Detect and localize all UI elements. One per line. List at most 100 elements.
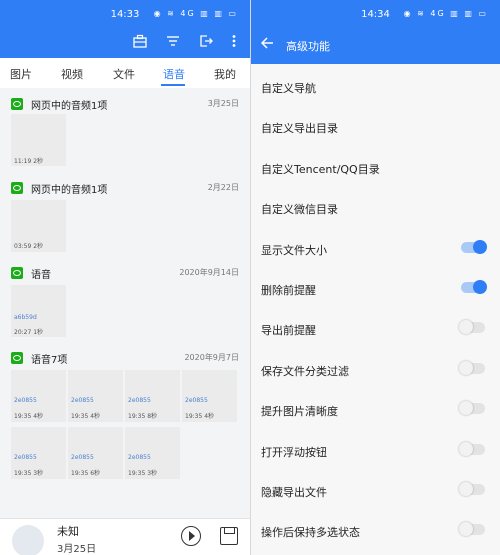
page-title: 高级功能 xyxy=(286,40,330,53)
setting-label: 自定义微信目录 xyxy=(261,203,338,216)
audio-tile[interactable]: 2e0855 19:35 3秒 xyxy=(125,427,180,479)
audio-tile[interactable]: 2e0855 19:35 4秒 xyxy=(182,370,237,422)
left-toolbar xyxy=(0,26,250,58)
audio-name: a6b59d xyxy=(14,314,37,321)
file-group: 语音 2020年9月14日 a6b59d 20:27 1秒 xyxy=(0,265,250,337)
audio-info: 19:35 3秒 xyxy=(14,470,44,477)
audio-info: 19:35 4秒 xyxy=(14,413,44,420)
group-date: 3月25日 xyxy=(207,99,239,108)
setting-label: 删除前提醒 xyxy=(261,284,316,297)
player-title: 未知 xyxy=(57,525,79,538)
status-bar: 14:34 ◉ ≋ 4G ▥ ▥ ▭ xyxy=(251,0,500,26)
audio-name: 2e0855 xyxy=(185,397,208,404)
avatar xyxy=(12,525,44,555)
setting-label: 显示文件大小 xyxy=(261,244,327,257)
tab-mine[interactable]: 我的 xyxy=(214,66,236,82)
group-date: 2月22日 xyxy=(207,183,239,192)
status-icons: ◉ ≋ 4G ▥ ▥ ▭ xyxy=(153,9,238,18)
audio-name: 2e0855 xyxy=(14,397,37,404)
setting-label: 操作后保持多选状态 xyxy=(261,526,360,539)
audio-info: 03:59 2秒 xyxy=(14,243,44,250)
tab-videos[interactable]: 视频 xyxy=(61,66,83,82)
toggle-switch[interactable] xyxy=(461,240,487,254)
audio-tile[interactable]: 03:59 2秒 xyxy=(11,200,66,252)
setting-custom-nav[interactable]: 自定义导航 xyxy=(251,66,500,106)
toggle-switch[interactable] xyxy=(459,320,485,334)
setting-custom-qq-dir[interactable]: 自定义Tencent/QQ目录 xyxy=(251,147,500,187)
setting-label: 自定义导航 xyxy=(261,82,316,95)
export-icon[interactable] xyxy=(197,32,215,50)
audio-name: 2e0855 xyxy=(128,397,151,404)
audio-name: 2e0855 xyxy=(71,454,94,461)
audio-tile[interactable]: 2e0855 19:35 8秒 xyxy=(125,370,180,422)
setting-floating-button: 打开浮动按钮 xyxy=(251,430,500,470)
audio-tile[interactable]: 2e0855 19:35 6秒 xyxy=(68,427,123,479)
group-title: 语音7项 xyxy=(31,355,68,366)
setting-label: 导出前提醒 xyxy=(261,324,316,337)
setting-label: 打开浮动按钮 xyxy=(261,446,327,459)
audio-name: 2e0855 xyxy=(71,397,94,404)
status-icons: ◉ ≋ 4G ▥ ▥ ▭ xyxy=(403,9,488,18)
audio-name: 2e0855 xyxy=(14,454,37,461)
toggle-switch[interactable] xyxy=(459,361,485,375)
category-tabs: 图片 视频 文件 语音 我的 xyxy=(0,58,250,88)
audio-info: 19:35 8秒 xyxy=(128,413,158,420)
save-icon[interactable] xyxy=(220,527,238,545)
audio-info: 20:27 1秒 xyxy=(14,329,44,336)
setting-image-clarity: 提升图片清晰度 xyxy=(251,389,500,429)
file-group: 网页中的音频1项 2月22日 03:59 2秒 xyxy=(0,180,250,252)
group-title: 语音 xyxy=(31,270,51,281)
more-icon[interactable] xyxy=(225,32,243,50)
setting-label: 自定义Tencent/QQ目录 xyxy=(261,163,380,176)
audio-info: 19:35 3秒 xyxy=(128,470,158,477)
wechat-icon xyxy=(11,267,23,279)
group-date: 2020年9月14日 xyxy=(179,268,239,277)
audio-name: 2e0855 xyxy=(128,454,151,461)
audio-info: 11:19 2秒 xyxy=(14,158,44,165)
wechat-icon xyxy=(11,98,23,110)
filter-icon[interactable] xyxy=(164,32,182,50)
setting-confirm-delete: 删除前提醒 xyxy=(251,268,500,308)
audio-info: 19:35 4秒 xyxy=(71,413,101,420)
audio-info: 19:35 4秒 xyxy=(185,413,215,420)
audio-tile[interactable]: 11:19 2秒 xyxy=(11,114,66,166)
toolbox-icon[interactable] xyxy=(131,32,149,50)
file-group: 网页中的音频1项 3月25日 11:19 2秒 xyxy=(0,96,250,166)
toggle-switch[interactable] xyxy=(459,522,485,536)
setting-label: 隐藏导出文件 xyxy=(261,486,327,499)
toggle-switch[interactable] xyxy=(459,482,485,496)
wechat-icon xyxy=(11,182,23,194)
setting-keep-multiselect: 操作后保持多选状态 xyxy=(251,510,500,550)
toggle-switch[interactable] xyxy=(459,401,485,415)
audio-info: 19:35 6秒 xyxy=(71,470,101,477)
audio-tile[interactable]: 2e0855 19:35 4秒 xyxy=(11,370,66,422)
setting-confirm-export: 导出前提醒 xyxy=(251,308,500,348)
group-date: 2020年9月7日 xyxy=(184,353,239,362)
toggle-switch[interactable] xyxy=(461,280,487,294)
active-tab-indicator xyxy=(161,84,185,86)
setting-label: 自定义导出目录 xyxy=(261,122,338,135)
setting-show-file-size: 显示文件大小 xyxy=(251,228,500,268)
tab-voice[interactable]: 语音 xyxy=(163,66,185,82)
setting-label: 保存文件分类过滤 xyxy=(261,365,349,378)
setting-save-filter: 保存文件分类过滤 xyxy=(251,349,500,389)
wechat-icon xyxy=(11,352,23,364)
tab-images[interactable]: 图片 xyxy=(10,66,32,82)
group-title: 网页中的音频1项 xyxy=(31,101,108,112)
setting-custom-export-dir[interactable]: 自定义导出目录 xyxy=(251,106,500,146)
audio-tile[interactable]: a6b59d 20:27 1秒 xyxy=(11,285,66,337)
audio-tile[interactable]: 2e0855 19:35 4秒 xyxy=(68,370,123,422)
player-date: 3月25日 xyxy=(57,544,97,555)
right-screen: 14:34 ◉ ≋ 4G ▥ ▥ ▭ 高级功能 自定义导航 自定义导出目录 自定… xyxy=(251,0,500,555)
play-icon[interactable] xyxy=(181,526,201,546)
audio-tile[interactable]: 2e0855 19:35 3秒 xyxy=(11,427,66,479)
setting-hide-exported: 隐藏导出文件 xyxy=(251,470,500,510)
back-arrow-icon[interactable] xyxy=(260,37,274,53)
left-screen: 14:33 ◉ ≋ 4G ▥ ▥ ▭ 图片 视频 文件 语音 我的 网页中的音频… xyxy=(0,0,250,555)
toggle-switch[interactable] xyxy=(459,442,485,456)
setting-label: 提升图片清晰度 xyxy=(261,405,338,418)
setting-custom-wechat-dir[interactable]: 自定义微信目录 xyxy=(251,187,500,227)
tab-files[interactable]: 文件 xyxy=(113,66,135,82)
left-top-bar: 14:33 ◉ ≋ 4G ▥ ▥ ▭ xyxy=(0,0,250,58)
group-title: 网页中的音频1项 xyxy=(31,185,108,196)
